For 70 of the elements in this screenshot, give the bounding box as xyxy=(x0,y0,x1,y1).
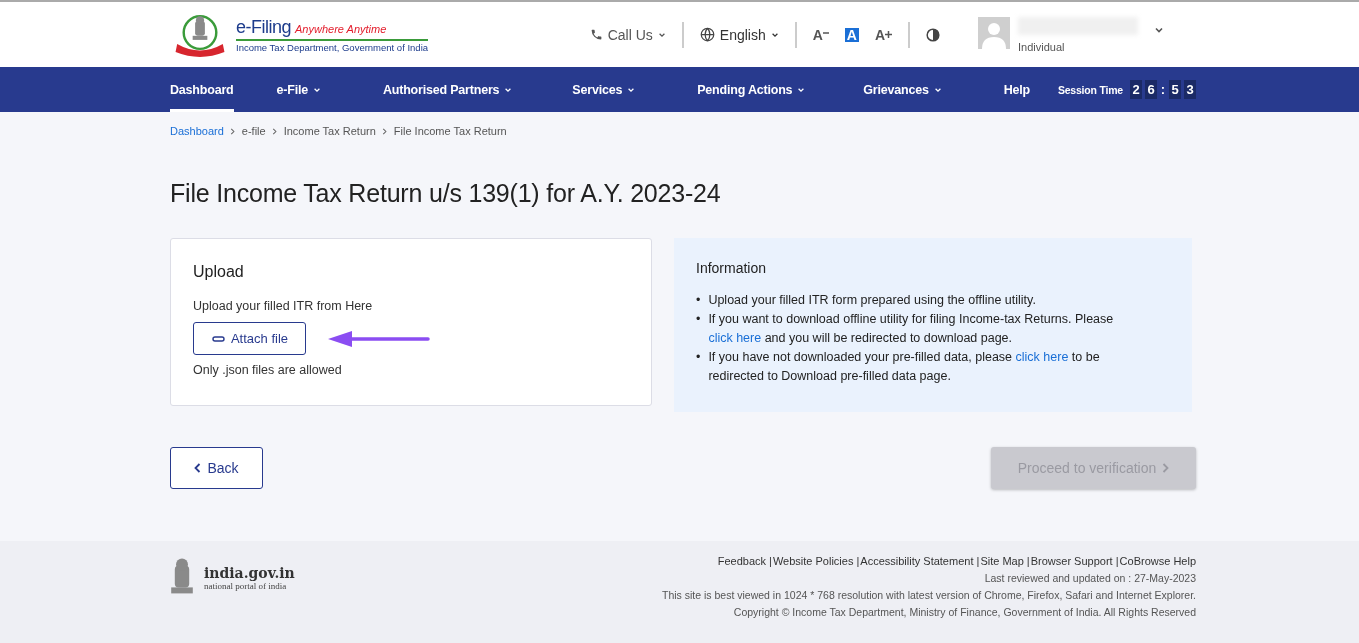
footer-link[interactable]: Accessibility Statement xyxy=(860,555,974,567)
footer-link[interactable]: Website Policies xyxy=(772,555,854,567)
user-role: Individual xyxy=(1018,40,1066,53)
call-us-button[interactable]: Call Us xyxy=(573,26,682,43)
increase-font-button[interactable]: A xyxy=(874,27,892,42)
bullet: • xyxy=(696,292,701,309)
footer-link[interactable]: Site Map xyxy=(980,555,1024,567)
click-here-link[interactable]: click here xyxy=(1015,350,1069,364)
information-item: Upload your filled ITR form prepared using the offline utility. xyxy=(708,292,1036,309)
footer-link[interactable]: Browser Support xyxy=(1030,555,1113,567)
attach-file-button[interactable]: Attach file xyxy=(193,322,306,355)
session-label: Session Time xyxy=(1057,83,1123,96)
avatar-icon xyxy=(978,16,1010,49)
upload-prompt: Upload your filled ITR from Here xyxy=(193,299,374,313)
link-separator: | xyxy=(768,555,772,567)
session-digit: 6 xyxy=(1145,80,1157,99)
click-here-link[interactable]: click here xyxy=(708,331,762,345)
footer-text: This site is best viewed in 1024 * 768 resolution with latest version of Chrome, Firefox, Safari and Internet Explorer. xyxy=(662,589,1196,601)
information-item: If you have not downloaded your pre-filled data, please click here to be redirected to Download pre-filled data page. xyxy=(708,349,1101,385)
back-button[interactable]: Back xyxy=(170,447,263,489)
card-heading: Upload xyxy=(193,263,245,281)
globe-icon xyxy=(699,27,715,42)
bullet: • xyxy=(696,311,701,328)
session-digit: 2 xyxy=(1130,80,1142,99)
nav-item[interactable]: e-File xyxy=(276,67,321,112)
portal-tagline: national portal of india xyxy=(204,581,288,591)
emblem-logo xyxy=(170,557,194,595)
breadcrumb-item[interactable]: File Income Tax Return xyxy=(393,125,507,137)
nav-item[interactable]: Pending Actions xyxy=(697,67,806,112)
chevron-right-icon xyxy=(1162,463,1170,473)
nav-item[interactable]: Authorised Partners xyxy=(382,67,513,112)
brand-tagline: Anywhere Anytime xyxy=(295,22,387,35)
chevron-icon xyxy=(271,127,278,135)
session-separator: : xyxy=(1160,81,1166,99)
footer-text: Last reviewed and updated on : 27-May-2023 xyxy=(984,572,1196,584)
nav-item[interactable]: Services xyxy=(572,67,636,112)
link-separator: | xyxy=(1114,555,1119,567)
department-name: Income Tax Department, Government of India xyxy=(236,41,429,53)
phone-icon xyxy=(589,28,603,41)
portal-name: india.gov.in xyxy=(204,565,295,581)
arrow-icon xyxy=(328,330,430,347)
language-dropdown[interactable]: English xyxy=(683,26,795,43)
footer-link[interactable]: Feedback xyxy=(717,555,766,567)
breadcrumb-item[interactable]: Dashboard xyxy=(170,125,224,137)
file-type-note: Only .json files are allowed xyxy=(193,363,343,377)
nav-item[interactable]: Help xyxy=(1003,67,1031,112)
brand-name: e-Filing xyxy=(236,16,292,38)
decrease-font-button[interactable]: A xyxy=(812,27,829,42)
nav-item[interactable]: Grievances xyxy=(863,67,942,112)
breadcrumb-item[interactable]: Income Tax Return xyxy=(283,125,376,137)
bullet: • xyxy=(696,349,701,366)
link-separator: | xyxy=(855,555,860,567)
session-digit: 3 xyxy=(1184,80,1196,99)
link-separator: | xyxy=(975,555,980,567)
panel-heading: Information xyxy=(696,260,768,276)
chevron-icon xyxy=(381,127,388,135)
information-item: If you want to download offline utility for filing Income-tax Returns. Please click here and you will be redirected to download page. xyxy=(708,311,1115,347)
chevron-left-icon xyxy=(194,463,202,473)
nav-item[interactable]: Dashboard xyxy=(170,67,234,112)
session-digit: 5 xyxy=(1169,80,1181,99)
page-title: File Income Tax Return u/s 139(1) for A.Y. 2023-24 xyxy=(170,179,722,208)
paperclip-icon xyxy=(210,334,225,343)
contrast-icon xyxy=(926,27,940,42)
chevron-icon xyxy=(229,127,236,135)
default-font-button[interactable]: A xyxy=(844,27,859,42)
breadcrumb-item[interactable]: e-file xyxy=(241,125,266,137)
footer-link[interactable]: CoBrowse Help xyxy=(1119,555,1196,567)
link-separator: | xyxy=(1025,555,1030,567)
plus-icon xyxy=(885,31,892,38)
footer-text: Copyright © Income Tax Department, Ministry of Finance, Government of India. All Rights Reserved xyxy=(733,606,1196,618)
